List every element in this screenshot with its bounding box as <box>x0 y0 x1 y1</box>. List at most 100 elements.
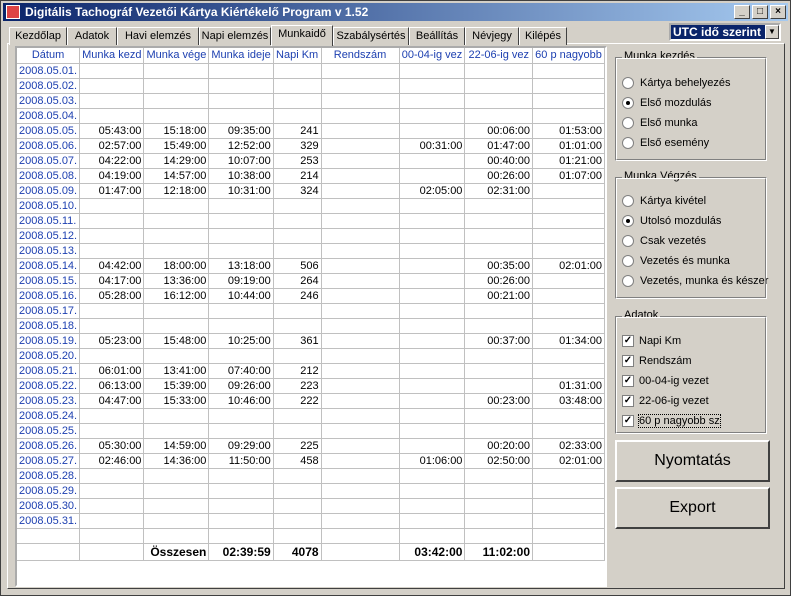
work_start-option[interactable]: Első esemény <box>622 135 709 151</box>
checkbox[interactable]: ✓ <box>622 415 634 428</box>
table-row[interactable]: 2008.05.13. <box>17 243 605 259</box>
table-cell <box>321 498 400 514</box>
tab-2[interactable]: Havi elemzés <box>117 27 199 45</box>
radio-button[interactable] <box>622 97 634 110</box>
table-cell <box>273 108 322 124</box>
table-row[interactable]: 2008.05.27. 02:46:00 14:36:00 11:50:00 458 01… <box>17 453 605 469</box>
table-row[interactable]: 2008.05.03. <box>17 93 605 109</box>
tab-5[interactable]: Szabálysértés <box>333 27 409 45</box>
work_start-option[interactable]: Első mozdulás <box>622 95 712 111</box>
column-header[interactable]: Rendszám <box>321 48 400 64</box>
tab-3[interactable]: Napi elemzés <box>199 27 271 45</box>
table-row[interactable]: 2008.05.24. <box>17 408 605 424</box>
worktime-table[interactable]: Dátum Munka kezd Munka vége Munka ideje Napi… <box>15 46 607 587</box>
export-button[interactable]: Export <box>615 487 770 529</box>
chevron-down-icon[interactable]: ▼ <box>765 25 779 39</box>
column-header[interactable]: 60 p nagyobb <box>532 48 605 64</box>
radio-button[interactable] <box>622 195 634 208</box>
table-cell <box>532 408 605 424</box>
column-header[interactable]: 00-04-ig vez <box>399 48 466 64</box>
table-row[interactable]: 2008.05.16. 05:28:00 16:12:00 10:44:00 246 00… <box>17 288 605 304</box>
work-end-group: Munka Végzés Kártya kivétel Utolsó mozdul… <box>615 170 768 299</box>
tab-1[interactable]: Adatok <box>67 27 117 45</box>
data-option[interactable]: ✓ 00-04-ig vezet <box>622 373 709 389</box>
print-button[interactable]: Nyomtatás <box>615 440 770 482</box>
table-cell <box>273 63 322 79</box>
table-row[interactable]: 2008.05.23. 04:47:00 15:33:00 10:46:00 222 00… <box>17 393 605 409</box>
table-row[interactable]: 2008.05.02. <box>17 78 605 94</box>
work_end-option[interactable]: Csak vezetés <box>622 233 706 249</box>
column-header[interactable]: Napi Km <box>273 48 322 64</box>
table-row[interactable]: 2008.05.19. 05:23:00 15:48:00 10:25:00 361 00… <box>17 333 605 349</box>
column-header[interactable]: 22-06-ig vez <box>464 48 534 64</box>
table-cell: 10:25:00 <box>208 333 274 349</box>
column-header[interactable]: Dátum <box>17 48 81 64</box>
tab-7[interactable]: Névjegy <box>465 27 519 45</box>
table-row[interactable]: 2008.05.01. <box>17 63 605 79</box>
work_end-option[interactable]: Utolsó mozdulás <box>622 213 721 229</box>
table-row[interactable]: 2008.05.15. 04:17:00 13:36:00 09:19:00 264 00… <box>17 273 605 289</box>
work_end-option[interactable]: Kártya kivétel <box>622 193 706 209</box>
radio-button[interactable] <box>622 215 634 228</box>
table-row[interactable]: 2008.05.14. 04:42:00 18:00:00 13:18:00 506 00… <box>17 258 605 274</box>
table-row[interactable]: 2008.05.18. <box>17 318 605 334</box>
radio-button[interactable] <box>622 255 634 268</box>
table-row[interactable]: 2008.05.08. 04:19:00 14:57:00 10:38:00 214 00… <box>17 168 605 184</box>
table-row[interactable]: 2008.05.10. <box>17 198 605 214</box>
table-row[interactable]: 2008.05.20. <box>17 348 605 364</box>
maximize-icon[interactable]: □ <box>752 5 768 19</box>
tab-8[interactable]: Kilépés <box>519 27 567 45</box>
radio-button[interactable] <box>622 275 634 288</box>
column-header[interactable]: Munka kezd <box>79 48 145 64</box>
table-row[interactable]: 2008.05.29. <box>17 483 605 499</box>
table-row[interactable]: 2008.05.05. 05:43:00 15:18:00 09:35:00 241 00… <box>17 123 605 139</box>
data-option[interactable]: ✓ 60 p nagyobb sz <box>622 413 721 429</box>
checkbox[interactable]: ✓ <box>622 375 634 388</box>
radio-button[interactable] <box>622 235 634 248</box>
table-cell: 10:07:00 <box>208 153 274 169</box>
table-row[interactable]: 2008.05.17. <box>17 303 605 319</box>
table-cell <box>143 423 210 439</box>
table-row[interactable]: 2008.05.30. <box>17 498 605 514</box>
work_end-option[interactable]: Vezetés, munka és készer <box>622 273 768 289</box>
checkbox[interactable]: ✓ <box>622 395 634 408</box>
table-row[interactable]: 2008.05.11. <box>17 213 605 229</box>
column-header[interactable]: Munka vége <box>143 48 210 64</box>
column-header[interactable]: Munka ideje <box>208 48 274 64</box>
tab-4[interactable]: Munkaidő <box>271 25 333 46</box>
table-row[interactable]: 2008.05.12. <box>17 228 605 244</box>
data-option[interactable]: ✓ Napi Km <box>622 333 681 349</box>
table-row[interactable] <box>17 528 605 544</box>
table-row[interactable]: 2008.05.04. <box>17 108 605 124</box>
work_start-option[interactable]: Kártya behelyezés <box>622 75 731 91</box>
checkbox[interactable]: ✓ <box>622 335 634 348</box>
work_start-option[interactable]: Első munka <box>622 115 697 131</box>
data-option[interactable]: ✓ Rendszám <box>622 353 692 369</box>
table-cell: 2008.05.10. <box>17 198 81 214</box>
radio-button[interactable] <box>622 117 634 130</box>
window-title: Digitális Tachográf Vezetői Kártya Kiért… <box>25 5 369 19</box>
title-bar[interactable]: Digitális Tachográf Vezetői Kártya Kiért… <box>3 3 788 21</box>
tab-6[interactable]: Beállítás <box>409 27 465 45</box>
table-row[interactable]: 2008.05.31. <box>17 513 605 529</box>
table-cell <box>399 333 466 349</box>
checkbox[interactable]: ✓ <box>622 355 634 368</box>
table-cell: 2008.05.13. <box>17 243 81 259</box>
timezone-select[interactable]: UTC idő szerint ▼ <box>669 23 781 41</box>
table-cell <box>399 483 466 499</box>
radio-button[interactable] <box>622 137 634 150</box>
close-icon[interactable]: × <box>770 5 786 19</box>
minimize-icon[interactable]: _ <box>734 5 750 19</box>
work_end-option[interactable]: Vezetés és munka <box>622 253 730 269</box>
table-row[interactable]: 2008.05.09. 01:47:00 12:18:00 10:31:00 324 02… <box>17 183 605 199</box>
radio-button[interactable] <box>622 77 634 90</box>
table-row[interactable]: 2008.05.26. 05:30:00 14:59:00 09:29:00 225 00… <box>17 438 605 454</box>
table-row[interactable]: 2008.05.21. 06:01:00 13:41:00 07:40:00 212 <box>17 363 605 379</box>
table-row[interactable]: 2008.05.25. <box>17 423 605 439</box>
table-row[interactable]: 2008.05.06. 02:57:00 15:49:00 12:52:00 329 00… <box>17 138 605 154</box>
tab-0[interactable]: Kezdőlap <box>9 27 67 45</box>
table-row[interactable]: 2008.05.28. <box>17 468 605 484</box>
table-row[interactable]: 2008.05.22. 06:13:00 15:39:00 09:26:00 223 01… <box>17 378 605 394</box>
table-row[interactable]: 2008.05.07. 04:22:00 14:29:00 10:07:00 253 00… <box>17 153 605 169</box>
data-option[interactable]: ✓ 22-06-ig vezet <box>622 393 709 409</box>
